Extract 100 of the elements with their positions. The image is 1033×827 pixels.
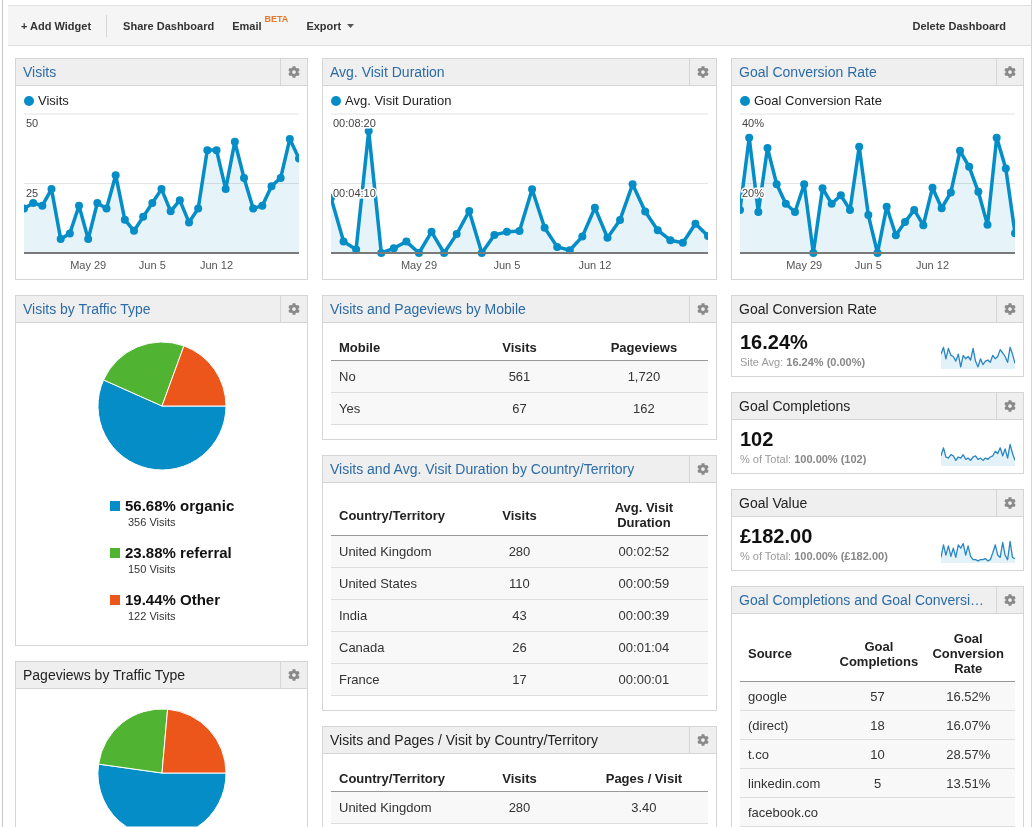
table-cell: 00:02:52 <box>579 535 708 568</box>
data-point <box>148 198 157 207</box>
widget-title-link[interactable]: Visits <box>23 63 57 81</box>
data-point <box>855 142 864 151</box>
data-point <box>1001 164 1010 173</box>
data-point <box>38 201 47 210</box>
toolbar-button[interactable]: Delete Dashboard <box>903 14 1015 37</box>
data-point <box>827 199 836 208</box>
data-point <box>364 126 373 135</box>
table-cell: 13.51% <box>921 768 1015 798</box>
data-point <box>528 185 537 194</box>
table-cell: linkedin.com <box>740 768 834 798</box>
legend-detail: 122 Visits <box>128 610 176 623</box>
data-point <box>452 230 461 239</box>
legend-detail: 356 Visits <box>128 516 176 529</box>
table-cell: facebook.co <box>740 797 834 827</box>
table-cell: 57 <box>833 681 922 711</box>
widget-title-link[interactable]: Goal Completions and Goal Conversi… <box>739 591 985 609</box>
table-cell: 280 <box>459 791 580 824</box>
table-cell: France <box>331 663 460 696</box>
column-header: Avg. Visit Duration <box>579 495 708 536</box>
column-header: Country/Territory <box>331 766 460 792</box>
data-point <box>603 233 612 242</box>
data-point <box>691 219 700 228</box>
data-point <box>65 229 74 238</box>
data-point <box>864 211 873 220</box>
table-cell: 280 <box>459 535 580 568</box>
table-cell: United States <box>331 567 460 600</box>
table-cell: (direct) <box>740 710 834 740</box>
data-point <box>740 205 744 214</box>
data-point <box>937 204 946 213</box>
gear-icon <box>1004 400 1016 412</box>
legend-label: Avg. Visit Duration <box>345 94 452 108</box>
column-header: Visits <box>459 766 580 792</box>
widget-title-link[interactable]: Visits and Pageviews by Mobile <box>330 300 526 318</box>
table-cell: 18 <box>833 710 922 740</box>
column-header: Goal Completions <box>833 626 922 682</box>
widget-title: Visits and Pages / Visit by Country/Territory <box>330 731 598 749</box>
gear-icon <box>288 66 300 78</box>
toolbar-button[interactable]: Export <box>297 14 364 37</box>
data-point <box>540 223 549 232</box>
metric-comparison: % of Total: 100.00% (£182.00) <box>740 549 888 563</box>
data-point <box>992 133 1001 142</box>
widget-title-link[interactable]: Visits and Avg. Visit Duration by Country/Territory <box>330 460 635 478</box>
data-point <box>339 237 348 246</box>
table-cell: 26 <box>459 631 580 664</box>
widget-title-link[interactable]: Avg. Visit Duration <box>330 63 445 81</box>
widget-title-link[interactable]: Visits by Traffic Type <box>23 300 151 318</box>
toolbar-button[interactable]: Email BETA <box>223 14 298 37</box>
metric-value: 102 <box>740 428 774 450</box>
data-point <box>285 135 294 143</box>
table-cell: 28.57% <box>921 739 1015 769</box>
toolbar-button[interactable]: + Add Widget <box>12 14 101 37</box>
toolbar-button[interactable]: Share Dashboard <box>114 14 224 37</box>
data-point <box>754 208 763 216</box>
data-point <box>139 212 148 221</box>
column-header: Pageviews <box>579 335 708 361</box>
widget-title: Goal Conversion Rate <box>739 300 877 318</box>
table-cell: 67 <box>459 392 580 425</box>
table-cell: 43 <box>459 599 580 632</box>
widget-title-link[interactable]: Goal Conversion Rate <box>739 63 877 81</box>
data-point <box>352 245 361 254</box>
gear-icon <box>288 303 300 315</box>
data-point <box>490 230 499 239</box>
data-point <box>111 171 120 180</box>
data-point <box>882 202 891 211</box>
legend-label: 19.44% Other <box>125 591 221 608</box>
column-header: Source <box>740 626 834 682</box>
data-point <box>781 199 790 208</box>
data-point <box>628 180 637 189</box>
column-header: Country/Territory <box>331 495 460 536</box>
data-point <box>267 182 276 191</box>
table-cell: 162 <box>579 392 708 425</box>
column-header: Visits <box>459 495 580 536</box>
data-point <box>47 185 56 194</box>
data-point <box>203 146 212 155</box>
data-point <box>553 242 562 251</box>
data-point <box>983 220 992 229</box>
column-header: Visits <box>459 335 580 361</box>
widget-title: Pageviews by Traffic Type <box>23 666 186 684</box>
data-point <box>772 180 781 189</box>
gear-icon <box>1004 594 1016 606</box>
data-point <box>809 249 818 257</box>
legend-detail: 150 Visits <box>128 563 176 576</box>
data-point <box>641 207 650 216</box>
table-cell: 17 <box>459 663 580 696</box>
table-cell: No <box>331 360 460 393</box>
metric-comparison: % of Total: 100.00% (102) <box>740 452 867 466</box>
data-point <box>502 227 511 236</box>
axis-label: Jun 5 <box>493 259 521 271</box>
data-point <box>873 249 882 257</box>
data-point <box>230 137 239 146</box>
table-cell: 561 <box>459 360 580 393</box>
data-point <box>590 203 599 212</box>
metric-comparison: Site Avg: 16.24% (0.00%) <box>740 355 866 369</box>
axis-label: 50 <box>26 117 39 129</box>
data-point <box>212 146 221 155</box>
gear-icon <box>1004 497 1016 509</box>
data-point <box>763 144 772 153</box>
data-point <box>745 133 754 142</box>
